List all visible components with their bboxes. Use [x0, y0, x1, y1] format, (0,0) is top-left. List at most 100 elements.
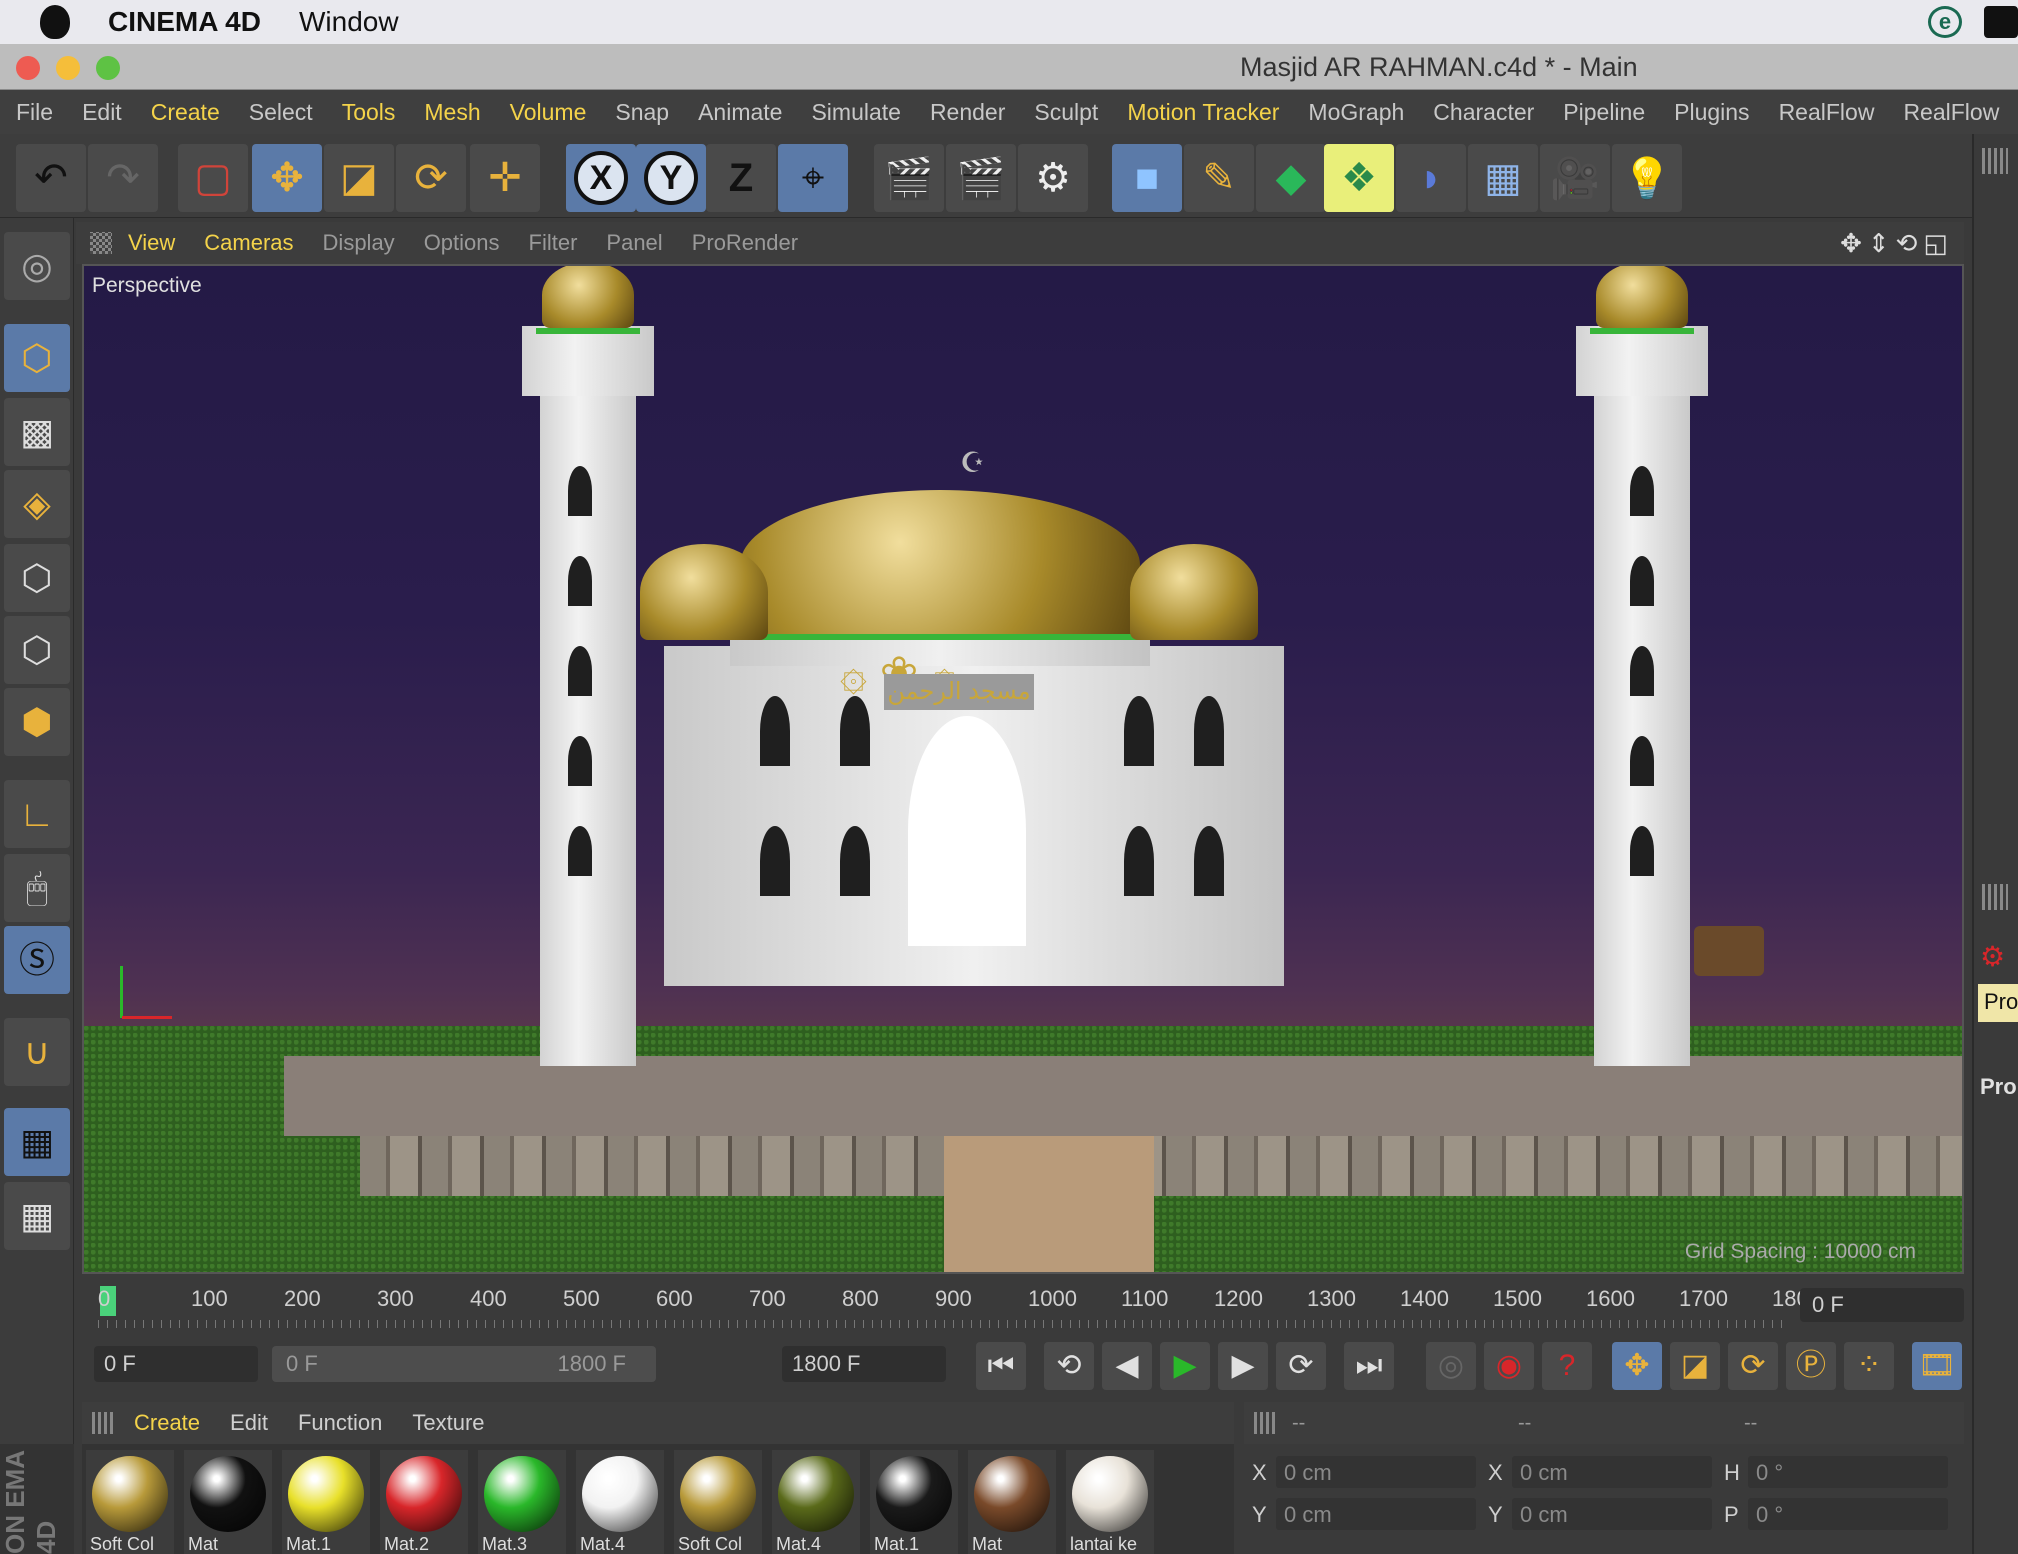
scale-tool-button[interactable]: ◪ — [324, 144, 394, 212]
deformer-button[interactable]: ◗ — [1396, 144, 1466, 212]
coordinate-system-button[interactable]: ⌖ — [778, 144, 848, 212]
grip-icon[interactable] — [1254, 1412, 1276, 1434]
perspective-viewport[interactable]: ۞ ❀ ۞ ☪ مسجد الرحمن Perspective Grid Spa… — [82, 264, 1964, 1274]
grip-icon[interactable] — [1982, 884, 2008, 910]
pro-tab[interactable]: Pro — [1978, 984, 2018, 1022]
cube-object-button[interactable]: ■ — [1112, 144, 1182, 212]
viewport-menu-panel[interactable]: Panel — [606, 230, 662, 256]
grip-icon[interactable] — [92, 1412, 114, 1434]
material-swatch[interactable]: Mat — [968, 1450, 1056, 1554]
attributes-icon[interactable]: ⚙ — [1980, 940, 2005, 973]
material-swatch[interactable]: Mat.2 — [380, 1450, 468, 1554]
camera-button[interactable]: 🎥 — [1540, 144, 1610, 212]
apple-icon[interactable] — [40, 5, 70, 39]
viewport-menu-view[interactable]: View — [128, 230, 175, 256]
polygons-mode-button[interactable]: ⬢ — [4, 688, 70, 756]
render-view-button[interactable]: 🎬 — [874, 144, 944, 212]
menu-item-character[interactable]: Character — [1433, 99, 1534, 126]
menu-item-motion-tracker[interactable]: Motion Tracker — [1127, 99, 1279, 126]
workplane-align-button[interactable]: ▦ — [4, 1182, 70, 1250]
go-to-previous-key-icon[interactable]: ⟲ — [1044, 1342, 1094, 1390]
y-axis-button[interactable]: Y — [636, 144, 706, 212]
go-to-end-icon[interactable]: ⏭ — [1344, 1342, 1394, 1390]
material-swatch[interactable]: Soft Col — [674, 1450, 762, 1554]
close-button[interactable] — [16, 56, 40, 80]
zoom-button[interactable] — [96, 56, 120, 80]
menu-item-tools[interactable]: Tools — [342, 99, 396, 126]
coord-value-field[interactable]: 0 cm — [1276, 1456, 1476, 1488]
menu-item-plugins[interactable]: Plugins — [1674, 99, 1749, 126]
coord-value-field[interactable]: 0 cm — [1512, 1456, 1712, 1488]
previous-frame-icon[interactable]: ◀ — [1102, 1342, 1152, 1390]
menu-item-pipeline[interactable]: Pipeline — [1563, 99, 1645, 126]
range-slider[interactable]: 0 F 1800 F — [272, 1346, 656, 1382]
current-frame-field[interactable]: 0 F — [1800, 1288, 1964, 1322]
render-picture-viewer-button[interactable]: 🎬 — [946, 144, 1016, 212]
material-swatch[interactable]: Soft Col — [86, 1450, 174, 1554]
viewport-nav-icons[interactable]: ✥⇕⟲◱ — [1840, 228, 1954, 259]
material-menu-create[interactable]: Create — [134, 1410, 200, 1436]
key-parameter-icon[interactable]: Ⓟ — [1786, 1342, 1836, 1390]
make-editable-button[interactable]: ◎ — [4, 232, 70, 300]
menu-item-edit[interactable]: Edit — [82, 99, 122, 126]
key-scale-icon[interactable]: ◪ — [1670, 1342, 1720, 1390]
coord-value-field[interactable]: 0 ° — [1748, 1498, 1948, 1530]
move-tool-button[interactable]: ✥ — [252, 144, 322, 212]
tweak-mode-button[interactable]: 🖱 — [4, 854, 70, 922]
timeline-ruler[interactable]: 0 100 200 300 400 500 600 700 800 900 1000 1100 1200… — [76, 1276, 1964, 1336]
render-settings-button[interactable]: ⚙ — [1018, 144, 1088, 212]
last-tool-button[interactable]: ✛ — [470, 144, 540, 212]
redo-button[interactable]: ↷ — [88, 144, 158, 212]
texture-mode-button[interactable]: ▩ — [4, 398, 70, 466]
key-rotation-icon[interactable]: ⟳ — [1728, 1342, 1778, 1390]
grip-icon[interactable] — [90, 232, 112, 254]
live-selection-button[interactable]: ▢ — [178, 144, 248, 212]
go-to-next-key-icon[interactable]: ⟳ — [1276, 1342, 1326, 1390]
light-button[interactable]: 💡 — [1612, 144, 1682, 212]
record-keys-icon[interactable]: ◎ — [1426, 1342, 1476, 1390]
workplane-lock-button[interactable]: ▦ — [4, 1108, 70, 1176]
end-frame-field[interactable]: 1800 F — [782, 1346, 946, 1382]
menu-item-mograph[interactable]: MoGraph — [1308, 99, 1404, 126]
menu-item-sculpt[interactable]: Sculpt — [1034, 99, 1098, 126]
workplane-mode-button[interactable]: ◈ — [4, 470, 70, 538]
key-position-icon[interactable]: ✥ — [1612, 1342, 1662, 1390]
status-e-icon[interactable]: e — [1928, 6, 1962, 38]
z-axis-button[interactable]: Z — [706, 144, 776, 212]
menu-item-snap[interactable]: Snap — [615, 99, 669, 126]
coord-value-field[interactable]: 0 ° — [1748, 1456, 1948, 1488]
material-menu-texture[interactable]: Texture — [412, 1410, 484, 1436]
subdivision-surface-button[interactable]: ◆ — [1256, 144, 1326, 212]
model-mode-button[interactable]: ⬡ — [4, 324, 70, 392]
material-menu-edit[interactable]: Edit — [230, 1410, 268, 1436]
solo-button[interactable]: Ⓢ — [4, 926, 70, 994]
coord-value-field[interactable]: 0 cm — [1276, 1498, 1476, 1530]
app-menu[interactable]: CINEMA 4D — [108, 6, 261, 38]
x-axis-button[interactable]: X — [566, 144, 636, 212]
material-swatch[interactable]: Mat.4 — [772, 1450, 860, 1554]
viewport-menu-options[interactable]: Options — [424, 230, 500, 256]
material-swatch[interactable]: lantai ke — [1066, 1450, 1154, 1554]
material-swatch[interactable]: Mat — [184, 1450, 272, 1554]
viewport-menu-filter[interactable]: Filter — [529, 230, 578, 256]
go-to-start-icon[interactable]: ⏮ — [976, 1342, 1026, 1390]
menu-item-simulate[interactable]: Simulate — [811, 99, 900, 126]
menu-item-realflow[interactable]: RealFlow — [1779, 99, 1875, 126]
menu-item-realflow[interactable]: RealFlow — [1903, 99, 1999, 126]
key-point-level-icon[interactable]: ⁘ — [1844, 1342, 1894, 1390]
menu-item-select[interactable]: Select — [249, 99, 313, 126]
material-swatch[interactable]: Mat.1 — [870, 1450, 958, 1554]
rotate-tool-button[interactable]: ⟳ — [396, 144, 466, 212]
play-icon[interactable]: ▶ — [1160, 1342, 1210, 1390]
cloner-button[interactable]: ❖ — [1324, 144, 1394, 212]
minimize-button[interactable] — [56, 56, 80, 80]
menu-item-volume[interactable]: Volume — [510, 99, 587, 126]
material-swatch[interactable]: Mat.1 — [282, 1450, 370, 1554]
monitor-icon[interactable] — [1984, 6, 2018, 38]
menu-item-file[interactable]: File — [16, 99, 53, 126]
menu-item-animate[interactable]: Animate — [698, 99, 782, 126]
start-frame-field[interactable]: 0 F — [94, 1346, 258, 1382]
material-menu-function[interactable]: Function — [298, 1410, 382, 1436]
menu-item-mesh[interactable]: Mesh — [424, 99, 480, 126]
points-mode-button[interactable]: ⬡ — [4, 544, 70, 612]
